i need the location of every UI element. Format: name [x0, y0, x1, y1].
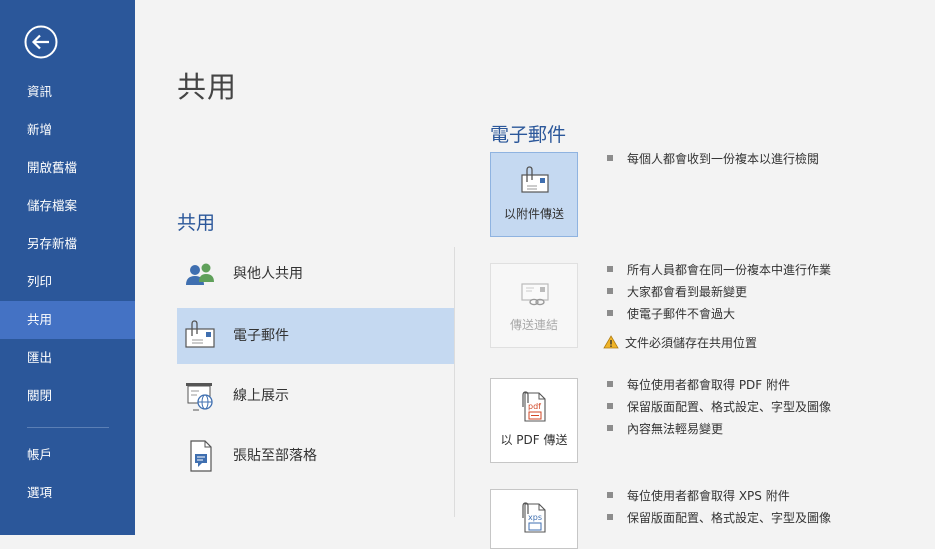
blog-post-icon [190, 440, 212, 472]
bullet-item: 內容無法輕易變更 [607, 421, 723, 437]
svg-text:pdf: pdf [528, 402, 541, 411]
nav-account[interactable]: 帳戶 [0, 436, 135, 474]
option-label: 傳送連結 [509, 318, 558, 332]
send-as-attachment-button[interactable]: 以附件傳送 [490, 152, 578, 237]
share-item-label: 與他人共用 [233, 266, 303, 282]
people-icon [186, 263, 214, 285]
nav-open[interactable]: 開啟舊檔 [0, 149, 135, 187]
bullet-item: 保留版面配置、格式設定、字型及圖像 [607, 510, 831, 526]
bullet-item: 每位使用者都會取得 PDF 附件 [607, 377, 790, 393]
bullet-item: 使電子郵件不會過大 [607, 306, 735, 322]
back-button[interactable] [24, 25, 58, 59]
attachment-envelope-icon [521, 166, 549, 193]
bullet-item: 每個人都會收到一份複本以進行檢閱 [607, 151, 819, 167]
share-present-online[interactable]: 線上展示 [177, 368, 454, 424]
send-as-xps-button[interactable]: xps [490, 489, 578, 549]
share-item-label: 線上展示 [233, 388, 289, 404]
nav-print[interactable]: 列印 [0, 263, 135, 301]
warning-item: 文件必須儲存在共用位置 [603, 335, 757, 351]
link-envelope-icon [521, 283, 549, 306]
nav-save-as[interactable]: 另存新檔 [0, 225, 135, 263]
page-title: 共用 [177, 70, 238, 104]
nav-export[interactable]: 匯出 [0, 339, 135, 377]
bullet-item: 每位使用者都會取得 XPS 附件 [607, 488, 790, 504]
email-panel-title: 電子郵件 [490, 124, 567, 146]
nav-close[interactable]: 關閉 [0, 377, 135, 415]
share-item-label: 張貼至部落格 [233, 448, 317, 464]
bullet-item: 大家都會看到最新變更 [607, 284, 747, 300]
share-email[interactable]: 電子郵件 [177, 308, 454, 364]
backstage-sidebar: 資訊 新增 開啟舊檔 儲存檔案 另存新檔 列印 共用 匯出 關閉 帳戶 選項 [0, 0, 135, 535]
warning-icon [603, 335, 619, 349]
xps-attachment-icon: xps [522, 502, 546, 533]
pdf-attachment-icon: pdf [522, 391, 546, 422]
section-title: 共用 [177, 212, 216, 234]
email-icon [185, 320, 215, 348]
share-post-blog[interactable]: 張貼至部落格 [177, 428, 454, 484]
sidebar-divider [27, 427, 109, 428]
share-item-label: 電子郵件 [233, 328, 289, 344]
option-label: 以 PDF 傳送 [500, 433, 568, 447]
nav-options[interactable]: 選項 [0, 474, 135, 512]
nav-share[interactable]: 共用 [0, 301, 135, 339]
pane-divider [454, 247, 455, 517]
bullet-item: 保留版面配置、格式設定、字型及圖像 [607, 399, 831, 415]
nav-info[interactable]: 資訊 [0, 73, 135, 111]
share-with-people[interactable]: 與他人共用 [177, 246, 454, 302]
nav-save[interactable]: 儲存檔案 [0, 187, 135, 225]
send-as-pdf-button[interactable]: pdf 以 PDF 傳送 [490, 378, 578, 463]
svg-text:xps: xps [528, 513, 542, 522]
nav-new[interactable]: 新增 [0, 111, 135, 149]
present-online-icon [186, 383, 213, 411]
send-link-button: 傳送連結 [490, 263, 578, 348]
bullet-item: 所有人員都會在同一份複本中進行作業 [607, 262, 831, 278]
option-label: 以附件傳送 [503, 207, 564, 221]
back-arrow-icon [24, 25, 58, 59]
